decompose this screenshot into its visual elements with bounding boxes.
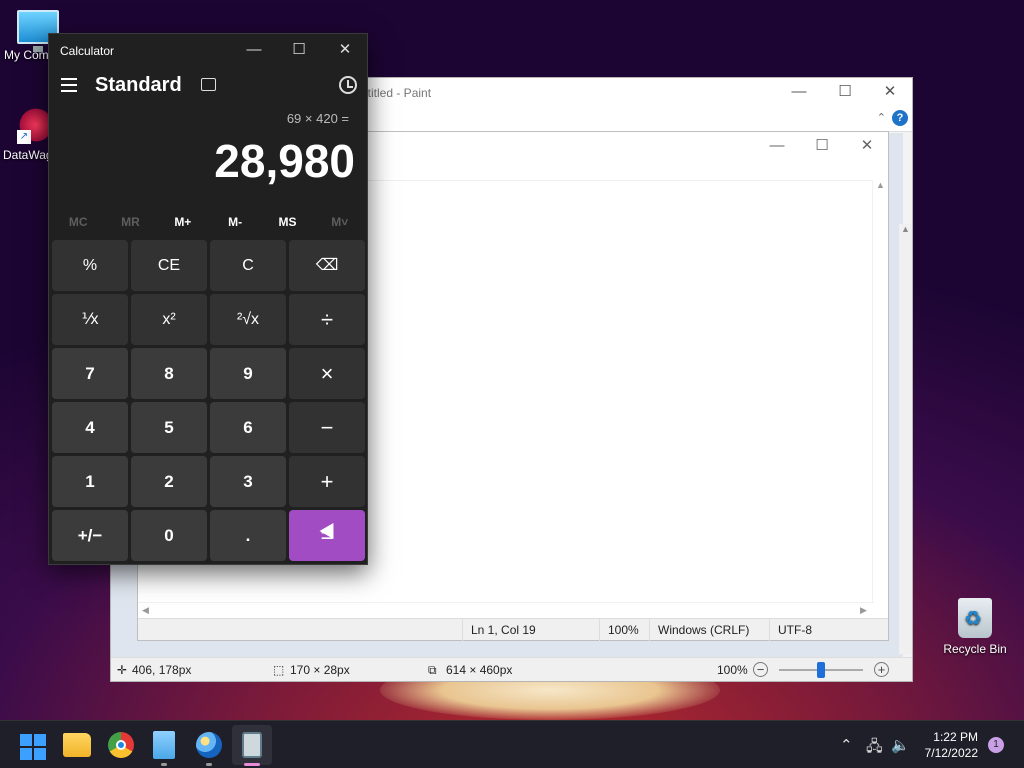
start-button[interactable]	[20, 734, 46, 760]
memory-add-button[interactable]: M+	[157, 210, 209, 234]
calculator-window[interactable]: Calculator — ☐ ✕ Standard 69 × 420 = 28,…	[48, 33, 368, 565]
notepad-horizontal-scrollbar[interactable]: ◀ ▶	[138, 602, 874, 618]
keep-on-top-icon[interactable]	[201, 78, 216, 91]
memory-clear-button[interactable]: MC	[52, 210, 104, 234]
digit-1-key[interactable]: 1	[52, 456, 128, 507]
canvas-size-icon: ⧉	[428, 663, 437, 677]
backspace-key[interactable]: ⌫	[289, 240, 365, 291]
result-display: 28,980	[214, 135, 355, 187]
clear-key[interactable]: C	[210, 240, 286, 291]
desktop-icon-label: Recycle Bin	[943, 642, 1007, 656]
history-icon[interactable]	[339, 76, 357, 94]
percent-key[interactable]: %	[52, 240, 128, 291]
canvas-size: 614 × 460px	[446, 663, 513, 677]
digit-2-key[interactable]: 2	[131, 456, 207, 507]
digit-0-key[interactable]: 0	[131, 510, 207, 561]
notepad-running-indicator	[161, 763, 167, 766]
clock-date: 7/12/2022	[924, 746, 978, 760]
paint-title: ntitled - Paint	[361, 86, 432, 100]
paint-status-bar: ✛ 406, 178px ⬚ 170 × 28px ⧉ 614 × 460px …	[111, 657, 912, 681]
maximize-button[interactable]: ☐	[276, 34, 322, 66]
desktop-icon-recycle-bin[interactable]: Recycle Bin	[939, 598, 1011, 656]
notepad-icon[interactable]	[153, 731, 175, 759]
close-button[interactable]: ✕	[867, 78, 913, 106]
maximize-button[interactable]: ☐	[822, 78, 868, 106]
digit-6-key[interactable]: 6	[210, 402, 286, 453]
memory-subtract-button[interactable]: M-	[209, 210, 261, 234]
selection-size-icon: ⬚	[273, 663, 285, 677]
collapse-ribbon-icon[interactable]: ⌃	[877, 111, 886, 124]
zoom-level: 100%	[717, 663, 748, 677]
clear-entry-key[interactable]: CE	[131, 240, 207, 291]
cursor-line-col: Ln 1, Col 19	[462, 619, 536, 641]
clock-time: 1:22 PM	[933, 730, 978, 744]
notepad-vertical-scrollbar[interactable]: ▲	[872, 180, 888, 602]
memory-row: MC MR M+ M- MS M˅	[52, 210, 366, 234]
shortcut-arrow-icon: ↗	[17, 130, 31, 144]
digit-8-key[interactable]: 8	[131, 348, 207, 399]
digit-3-key[interactable]: 3	[210, 456, 286, 507]
help-icon[interactable]: ?	[892, 110, 908, 126]
taskbar: ⌃ 🖧 🔈 1:22 PM 7/12/2022 1	[0, 720, 1024, 768]
keypad: % CE C ⌫ ⅟x x² ²√x ÷ 7 8 9 × 4 5 6−1 2 3 + +/− 0. =	[52, 240, 366, 561]
multiply-key[interactable]: ×	[289, 348, 365, 399]
memory-recall-button[interactable]: MR	[104, 210, 156, 234]
calculator-running-indicator	[244, 763, 260, 766]
zoom-in-button[interactable]: +	[874, 662, 889, 677]
minimize-button[interactable]: —	[776, 78, 822, 106]
close-button[interactable]: ✕	[844, 132, 890, 160]
digit-9-key[interactable]: 9	[210, 348, 286, 399]
mode-title: Standard	[95, 74, 182, 96]
digit-5-key[interactable]: 5	[131, 402, 207, 453]
digit-7-key[interactable]: 7	[52, 348, 128, 399]
network-icon[interactable]: 🖧	[866, 736, 883, 761]
decimal-key[interactable]: .	[210, 510, 286, 561]
clock[interactable]: 1:22 PM 7/12/2022	[925, 729, 978, 761]
memory-store-button[interactable]: MS	[261, 210, 313, 234]
maximize-button[interactable]: ☐	[799, 132, 845, 160]
paint-running-indicator	[206, 763, 212, 766]
encoding: UTF-8	[769, 619, 812, 641]
minimize-button[interactable]: —	[754, 132, 800, 160]
notepad-status-bar: Ln 1, Col 19 100% Windows (CRLF) UTF-8	[138, 618, 888, 641]
calculator-icon[interactable]	[242, 732, 262, 758]
chrome-icon[interactable]	[108, 732, 134, 758]
expression-display: 69 × 420 =	[286, 111, 349, 126]
divide-key[interactable]: ÷	[289, 294, 365, 345]
minus-key[interactable]: −	[289, 402, 365, 453]
zoom-out-button[interactable]: −	[753, 662, 768, 677]
volume-icon[interactable]: 🔈	[891, 736, 910, 754]
calculator-header: Standard	[49, 66, 367, 106]
negate-key[interactable]: +/−	[52, 510, 128, 561]
chevron-up-icon[interactable]: ⌃	[840, 736, 853, 754]
minimize-button[interactable]: —	[231, 34, 277, 66]
file-explorer-icon[interactable]	[63, 733, 91, 757]
scroll-right-icon[interactable]: ▶	[860, 605, 867, 616]
paint-icon[interactable]	[196, 732, 222, 758]
square-root-key[interactable]: ²√x	[210, 294, 286, 345]
scroll-left-icon[interactable]: ◀	[142, 605, 149, 616]
square-key[interactable]: x²	[131, 294, 207, 345]
paint-vertical-scrollbar[interactable]: ▲	[899, 224, 912, 654]
selection-size: 170 × 28px	[290, 663, 350, 677]
close-button[interactable]: ✕	[322, 34, 368, 66]
memory-list-button[interactable]: M˅	[314, 210, 366, 234]
line-endings: Windows (CRLF)	[649, 619, 749, 641]
calculator-title: Calculator	[60, 44, 115, 58]
notification-badge[interactable]: 1	[988, 737, 1004, 753]
cursor-position-icon: ✛	[117, 663, 128, 677]
reciprocal-key[interactable]: ⅟x	[52, 294, 128, 345]
notepad-zoom: 100%	[599, 619, 639, 641]
plus-key[interactable]: +	[289, 456, 365, 507]
menu-icon[interactable]	[61, 78, 77, 92]
recycle-bin-icon	[958, 598, 992, 638]
digit-4-key[interactable]: 4	[52, 402, 128, 453]
zoom-slider-thumb[interactable]	[817, 662, 825, 678]
calculator-titlebar[interactable]: Calculator — ☐ ✕	[49, 34, 367, 66]
cursor-position: 406, 178px	[132, 663, 192, 677]
